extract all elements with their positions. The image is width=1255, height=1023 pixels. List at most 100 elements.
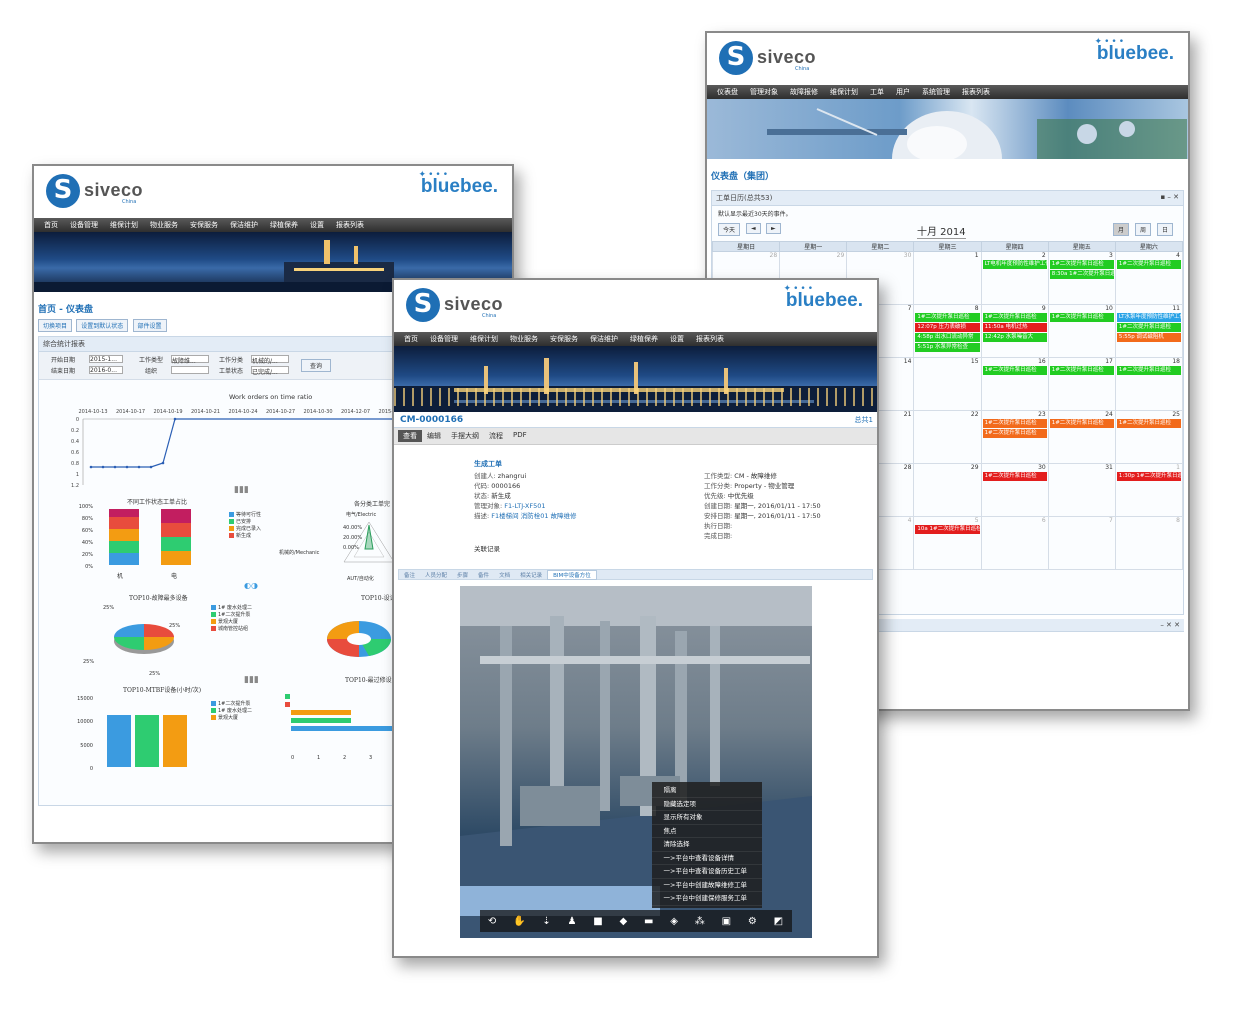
hand-icon[interactable]: ✋: [513, 916, 525, 927]
calendar-event[interactable]: 1:30p 1#二次提升泵日巡检: [1116, 472, 1181, 481]
calendar-day-cell[interactable]: 31#二次提升泵日巡检8:30a 1#二次提升泵日巡检: [1047, 251, 1116, 305]
panel-controls-icon[interactable]: – ✕ ✕: [1160, 621, 1180, 629]
calendar-event[interactable]: 11:50a 电机过热: [982, 323, 1047, 332]
calendar-day-cell[interactable]: 15: [913, 357, 982, 411]
subtab[interactable]: 文档: [494, 571, 515, 579]
nav-item[interactable]: 设备管理: [64, 220, 104, 230]
day-view-button[interactable]: 日: [1156, 223, 1173, 236]
walk-icon[interactable]: ⇣: [542, 916, 550, 927]
context-menu-item[interactable]: 清除选择: [651, 838, 762, 852]
nav-item[interactable]: 保洁维护: [224, 220, 264, 230]
calendar-event[interactable]: 12:42p 水泵噪音大: [982, 333, 1047, 342]
calendar-day-cell[interactable]: 9 1#二次提升泵日巡检 11:50a 电机过热 12:42p 水泵噪音大: [980, 304, 1049, 358]
nav-item[interactable]: 绿植保养: [624, 334, 664, 344]
nav-item[interactable]: 首页: [38, 220, 64, 230]
category-select[interactable]: 机械的/...: [251, 355, 289, 365]
calendar-event[interactable]: 1#二次提升泵日巡检: [1049, 260, 1114, 269]
tree-icon[interactable]: ⁂: [695, 916, 705, 927]
tab-pdf[interactable]: PDF: [508, 430, 532, 442]
nav-item[interactable]: 保洁维护: [584, 334, 624, 344]
org-select[interactable]: [171, 366, 209, 374]
calendar-event[interactable]: 5:55p 调试磁阻机: [1116, 333, 1181, 342]
chart-toolbar-icon[interactable]: ▮▮▮: [234, 485, 249, 495]
box-icon[interactable]: ◈: [670, 916, 678, 927]
subtab[interactable]: 相关记录: [515, 571, 547, 579]
tab-flow[interactable]: 流程: [484, 430, 508, 442]
nav-item[interactable]: 物业服务: [144, 220, 184, 230]
bim-viewer[interactable]: 隔离 隐藏选定项 显示所有对象 焦点 清除选择 一>平台中查看设备详情 一>平台中查看设备历…: [459, 586, 812, 938]
calendar-event[interactable]: 1#二次提升泵日巡检: [1116, 260, 1181, 269]
query-button[interactable]: 查询: [301, 359, 332, 372]
calendar-day-cell[interactable]: 6: [980, 516, 1049, 570]
rotate-icon[interactable]: ⟲: [488, 916, 496, 927]
subtab[interactable]: 人员分配: [420, 571, 452, 579]
prev-month-button[interactable]: ◄: [746, 223, 761, 234]
tab-edit[interactable]: 编辑: [422, 430, 446, 442]
panel-controls-icon[interactable]: ▪ – ✕: [1160, 193, 1179, 201]
calendar-day-cell[interactable]: 23 1#二次提升泵日巡检 1#二次提升泵日巡检: [980, 410, 1049, 464]
calendar-day-cell[interactable]: 1: [913, 251, 982, 305]
calendar-day-cell[interactable]: 5 10a 1#二次提升泵日巡检: [913, 516, 982, 570]
context-menu-item[interactable]: 一>平台中创建保修服务工单: [651, 892, 762, 906]
nav-item[interactable]: 仪表盘: [711, 87, 744, 97]
subtab[interactable]: 备件: [473, 571, 494, 579]
calendar-day-cell[interactable]: 29: [913, 463, 982, 517]
nav-item[interactable]: 报表列表: [690, 334, 730, 344]
calendar-event[interactable]: LT水泵年度预防性维护工作04: [1116, 313, 1181, 322]
tab-view[interactable]: 查看: [398, 430, 422, 442]
nav-item[interactable]: 管理对象: [744, 87, 784, 97]
nav-item[interactable]: 绿植保养: [264, 220, 304, 230]
nav-item[interactable]: 首页: [398, 334, 424, 344]
subtab[interactable]: 备注: [399, 571, 420, 579]
fullscreen-icon[interactable]: ◩: [774, 916, 783, 927]
calendar-event[interactable]: LT电机年度预防性维护工作01: [982, 260, 1047, 269]
nav-item[interactable]: 故障报修: [784, 87, 824, 97]
start-date-input[interactable]: 2015-1...: [89, 355, 123, 363]
calendar-event[interactable]: 1#二次提升泵日巡检: [1049, 366, 1114, 375]
calendar-event[interactable]: 1#二次提升泵日巡检: [1049, 313, 1114, 322]
reset-default-button[interactable]: 设置到默认状态: [76, 319, 129, 332]
calendar-event[interactable]: 10a 1#二次提升泵日巡检: [915, 525, 980, 534]
calendar-event[interactable]: 8:30a 1#二次提升泵日巡检: [1049, 270, 1114, 279]
calendar-day-cell[interactable]: 8: [1114, 516, 1184, 570]
calendar-day-cell[interactable]: 8 1#二次提升泵日巡检 12:07p 压力表破损 4:58p 出水口流动异常 5:51…: [913, 304, 982, 358]
context-menu-item[interactable]: 隐藏选定项: [651, 798, 762, 811]
today-button[interactable]: 今天: [718, 223, 741, 236]
calendar-day-cell[interactable]: 2LT电机年度预防性维护工作01: [980, 251, 1049, 305]
chart-toolbar-icon[interactable]: ▮▮▮: [244, 675, 259, 685]
context-menu-item[interactable]: 一>平台中创建故障维修工单: [651, 879, 762, 892]
context-menu-item[interactable]: 隔离: [651, 784, 762, 798]
person-icon[interactable]: ♟: [568, 916, 577, 927]
subtab[interactable]: 步骤: [452, 571, 473, 579]
context-menu-item[interactable]: 一>平台中查看设备详情: [651, 852, 762, 865]
calendar-event[interactable]: 1#二次提升泵日巡检: [915, 313, 980, 322]
calendar-day-cell[interactable]: 16 1#二次提升泵日巡检: [980, 357, 1049, 411]
calendar-day-cell[interactable]: 11LT水泵年度预防性维护工作041#二次提升泵日巡检5:55p 调试磁阻机: [1114, 304, 1184, 358]
nav-item[interactable]: 设置: [304, 220, 330, 230]
week-view-button[interactable]: 周: [1134, 223, 1151, 236]
switch-project-button[interactable]: 切换项目: [38, 319, 73, 332]
nav-item[interactable]: 安保服务: [184, 220, 224, 230]
doc-icon[interactable]: ▣: [722, 916, 731, 927]
calendar-day-cell[interactable]: 4 1#二次提升泵日巡检: [1114, 251, 1184, 305]
calendar-event[interactable]: 1#二次提升泵日巡检: [1116, 323, 1181, 332]
work-type-select[interactable]: 故障维...: [171, 355, 209, 365]
calendar-day-cell[interactable]: 7: [1047, 516, 1116, 570]
calendar-day-cell[interactable]: 31: [1047, 463, 1116, 517]
calendar-event[interactable]: 1#二次提升泵日巡检: [982, 419, 1047, 428]
calendar-day-cell[interactable]: 22: [913, 410, 982, 464]
next-month-button[interactable]: ►: [766, 223, 781, 234]
nav-item[interactable]: 系统管理: [916, 87, 956, 97]
calendar-day-cell[interactable]: 11:30p 1#二次提升泵日巡检: [1114, 463, 1184, 517]
end-date-input[interactable]: 2016-0...: [89, 366, 123, 374]
context-menu-item[interactable]: 显示所有对象: [651, 811, 762, 825]
nav-item[interactable]: 工单: [864, 87, 890, 97]
calendar-event[interactable]: 1#二次提升泵日巡检: [1116, 419, 1181, 428]
month-view-button[interactable]: 月: [1112, 223, 1129, 236]
calendar-event[interactable]: 5:51p 水泵异常检查: [915, 343, 980, 352]
calendar-event[interactable]: 1#二次提升泵日巡检: [982, 429, 1047, 438]
calendar-day-cell[interactable]: 30 1#二次提升泵日巡检: [980, 463, 1049, 517]
context-menu-item[interactable]: 一>平台中查看设备历史工单: [651, 865, 762, 879]
cube-icon[interactable]: ◆: [620, 916, 628, 927]
nav-item[interactable]: 报表列表: [956, 87, 996, 97]
